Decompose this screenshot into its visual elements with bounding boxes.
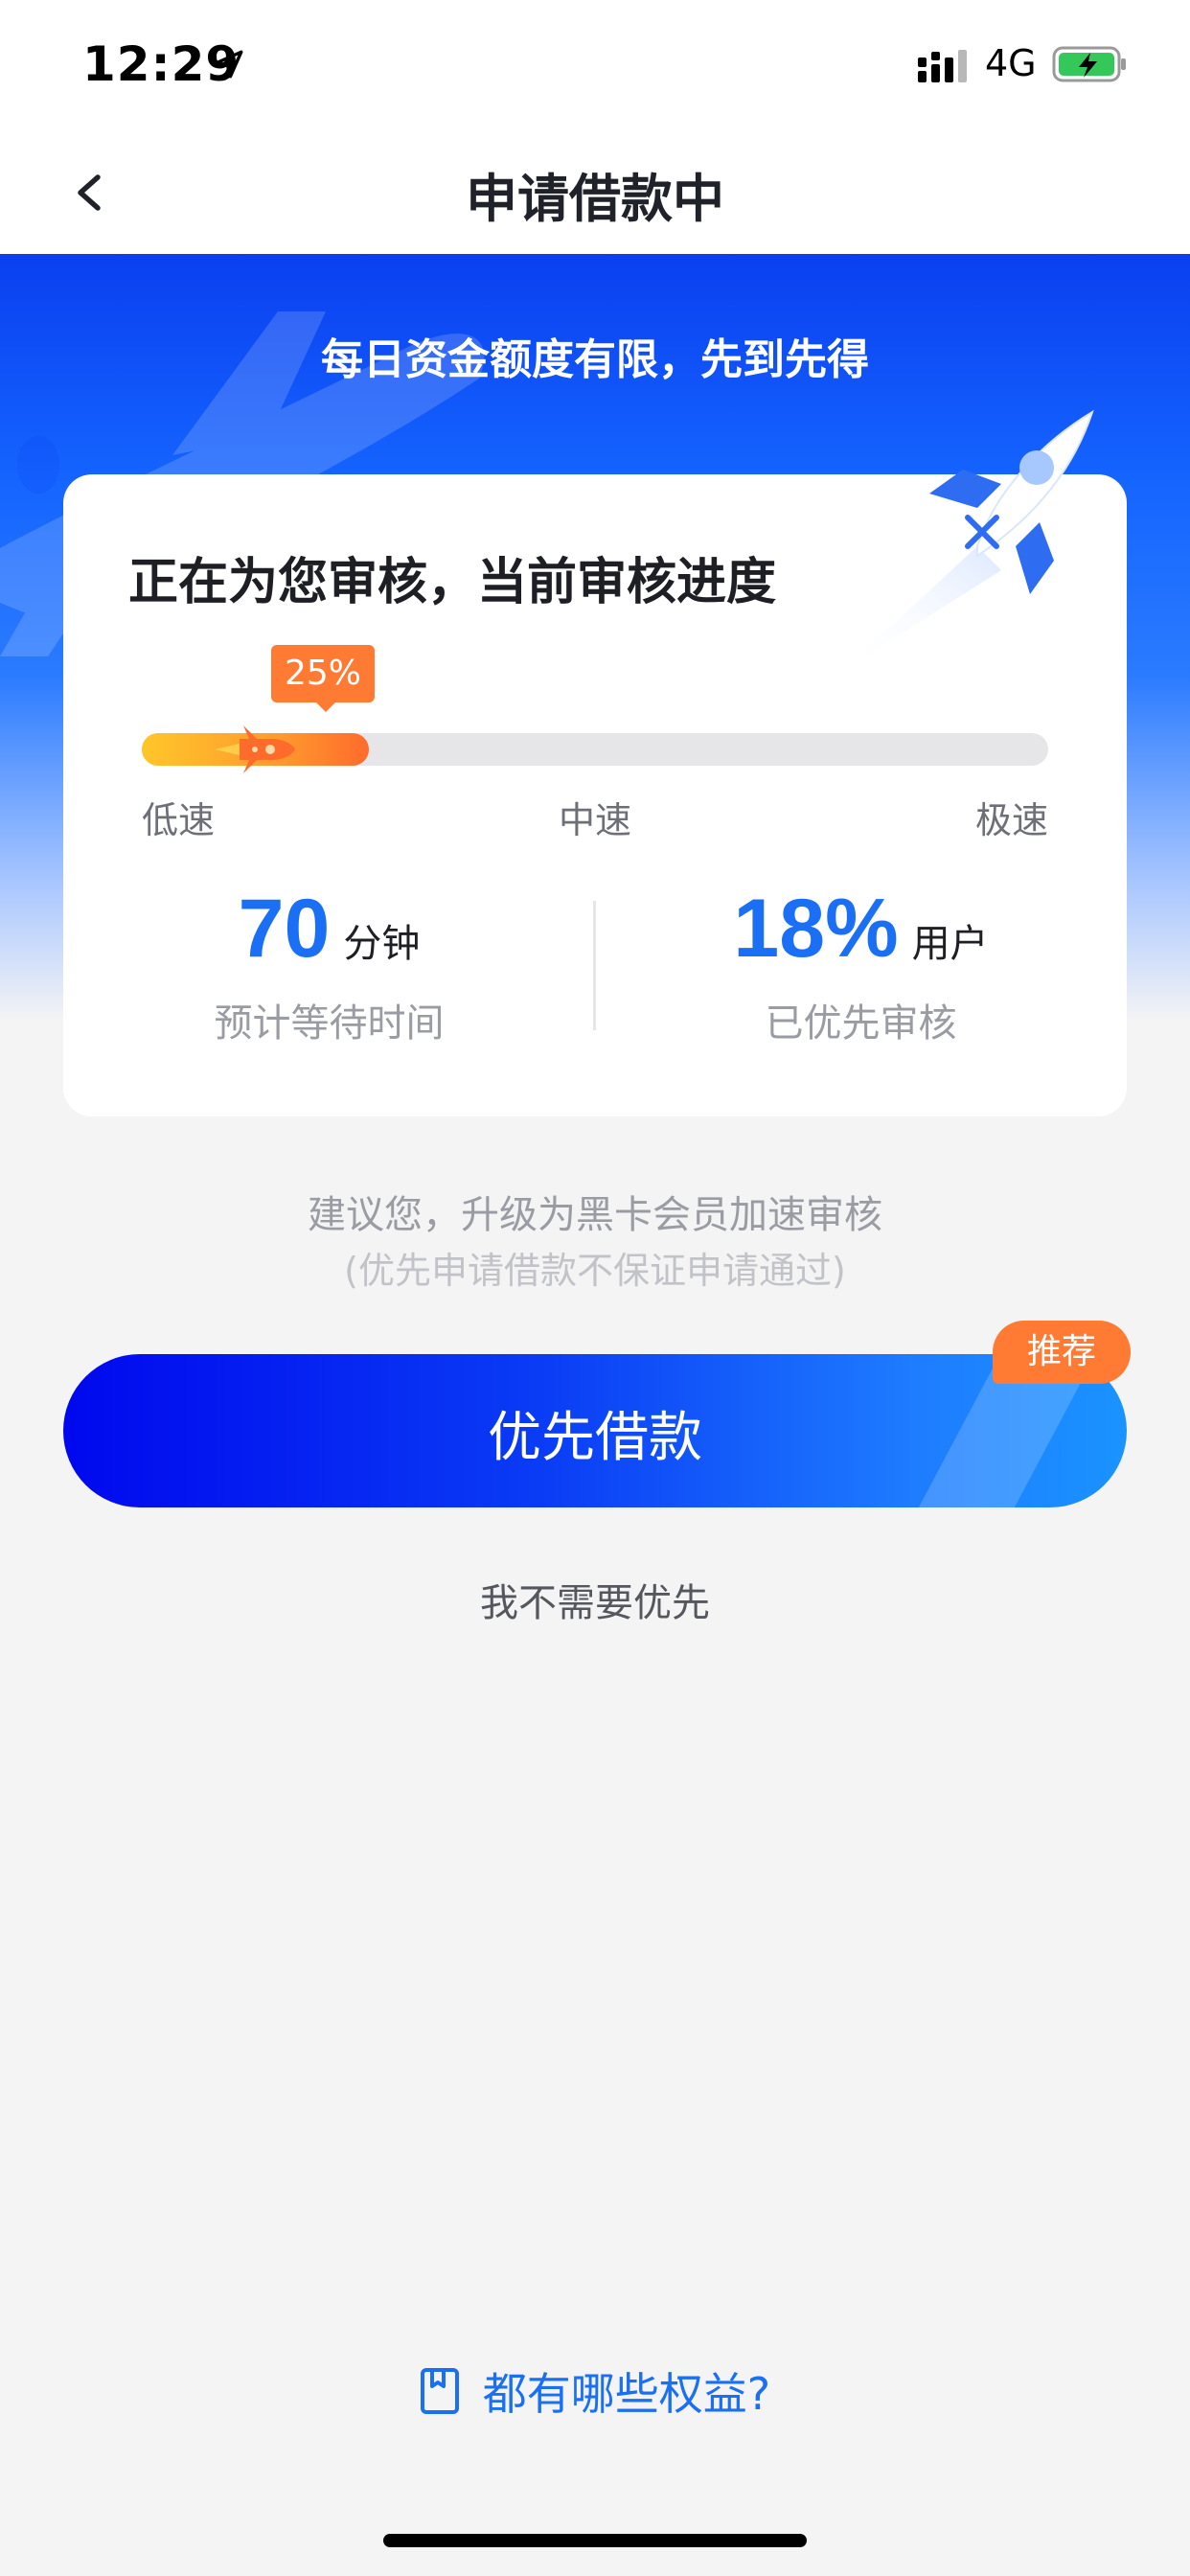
progress-rocket-icon <box>215 725 295 773</box>
page-title: 申请借款中 <box>466 169 724 229</box>
priority-loan-label: 优先借款 <box>488 1407 702 1469</box>
bookmark-icon <box>420 2368 459 2414</box>
priority-loan-button[interactable]: 优先借款 <box>63 1354 1127 1507</box>
stat-unit: 用户 <box>911 922 989 966</box>
speed-label-mid: 中速 <box>558 799 631 841</box>
home-indicator <box>383 2534 807 2547</box>
battery-charging-icon <box>1052 46 1126 82</box>
stat-unit: 分钟 <box>343 922 421 966</box>
upgrade-disclaimer: (优先申请借款不保证申请通过) <box>344 1250 846 1292</box>
hero-slogan: 每日资金额度有限，先到先得 <box>321 335 869 384</box>
progress-badge: 25% <box>271 645 375 702</box>
skip-priority-link[interactable]: 我不需要优先 <box>0 1572 1190 1627</box>
rocket-decoration <box>843 409 1094 671</box>
upgrade-suggestion: 建议您，升级为黑卡会员加速审核 <box>308 1193 882 1237</box>
signal-bars-icon <box>918 50 967 82</box>
card-title: 正在为您审核，当前审核进度 <box>128 554 777 611</box>
stat-desc: 预计等待时间 <box>214 1001 445 1046</box>
network-type: 4G <box>985 42 1037 84</box>
status-bar: 12:29 4G <box>0 0 1190 129</box>
stat-desc: 已优先审核 <box>765 1001 957 1046</box>
stat-value: 18% <box>733 883 899 975</box>
nav-bar: 申请借款中 <box>0 129 1190 254</box>
speed-label-high: 极速 <box>974 799 1048 841</box>
stat-value: 70 <box>238 883 331 975</box>
stat-priority-users: 18% 用户 <box>595 882 1127 977</box>
benefits-label: 都有哪些权益? <box>482 2368 771 2420</box>
recommend-badge: 推荐 <box>993 1321 1131 1384</box>
progress-badge-pointer <box>314 701 337 712</box>
benefits-link[interactable]: 都有哪些权益? <box>0 2359 1190 2423</box>
stat-wait-time: 70 分钟 <box>63 882 595 977</box>
location-arrow-icon <box>215 50 243 79</box>
